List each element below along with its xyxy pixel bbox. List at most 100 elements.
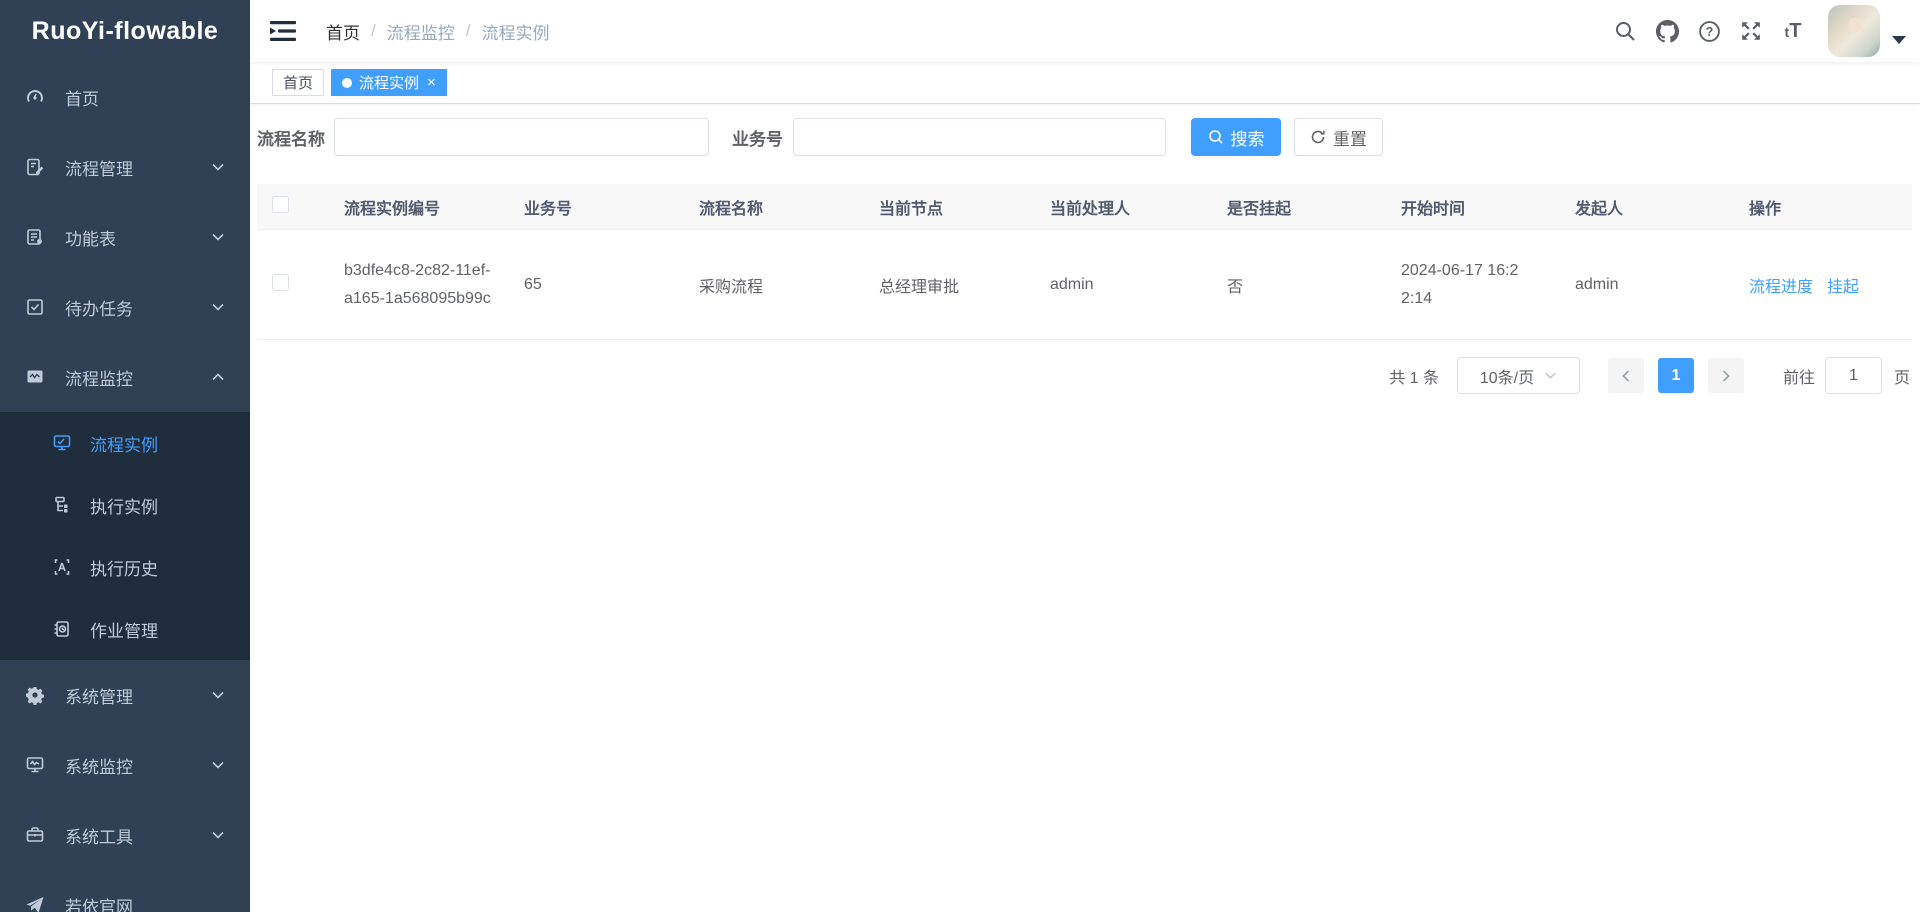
chevron-down-icon: [1544, 369, 1557, 382]
main-area: 首页 / 流程监控 / 流程实例 ? t: [250, 0, 1920, 912]
navbar-right-tools: ? tT: [1604, 5, 1906, 57]
breadcrumb-home[interactable]: 首页: [326, 19, 360, 44]
user-menu[interactable]: [1828, 5, 1906, 57]
column-header: 当前节点: [869, 195, 1040, 219]
tag-home[interactable]: 首页: [272, 69, 324, 96]
process-progress-link[interactable]: 流程进度: [1749, 273, 1813, 297]
process-instance-icon: [52, 433, 72, 453]
chevron-left-icon: [1619, 369, 1633, 383]
sidebar-item-label: 执行历史: [90, 555, 225, 580]
sidebar-item-todo-task[interactable]: 待办任务: [0, 272, 250, 342]
dashboard-icon: [25, 87, 45, 107]
sidebar-item-execution-history[interactable]: 执行历史: [0, 536, 250, 598]
sidebar-item-process-management[interactable]: 流程管理: [0, 132, 250, 202]
caret-down-icon: [1892, 36, 1906, 44]
sidebar-item-system-tools[interactable]: 系统工具: [0, 800, 250, 870]
sidebar-item-label: 流程管理: [65, 155, 211, 180]
chevron-down-icon: [211, 828, 225, 842]
breadcrumb-process-monitor[interactable]: 流程监控: [387, 19, 455, 44]
breadcrumb-separator: /: [371, 21, 376, 41]
breadcrumb: 首页 / 流程监控 / 流程实例: [326, 19, 549, 44]
sidebar-item-execution-instance[interactable]: 执行实例: [0, 474, 250, 536]
sidebar-item-label: 作业管理: [90, 617, 225, 642]
sidebar-toggle-icon[interactable]: [270, 18, 296, 44]
sidebar-item-label: 系统监控: [65, 753, 211, 778]
tags-view: 首页 流程实例 ×: [250, 62, 1920, 104]
process-instance-table: 流程实例编号 业务号 流程名称 当前节点 当前处理人 是否挂起 开始时间 发起人…: [257, 184, 1912, 340]
cell-business-no: 65: [514, 276, 689, 294]
column-header: 开始时间: [1391, 195, 1565, 219]
process-name-label: 流程名称: [257, 125, 325, 150]
app-logo: RuoYi-flowable: [0, 0, 250, 62]
suspend-link[interactable]: 挂起: [1827, 273, 1859, 297]
sidebar-item-process-instance[interactable]: 流程实例: [0, 412, 250, 474]
todo-task-icon: [25, 297, 45, 317]
app-root: RuoYi-flowable 首页 流程管理 功能表 待办任务: [0, 0, 1920, 912]
process-monitor-icon: [25, 367, 45, 387]
goto-label: 前往: [1783, 364, 1815, 388]
goto-page-input[interactable]: [1825, 357, 1882, 394]
sidebar-item-home[interactable]: 首页: [0, 62, 250, 132]
table-header-row: 流程实例编号 业务号 流程名称 当前节点 当前处理人 是否挂起 开始时间 发起人…: [257, 184, 1912, 230]
sidebar-item-process-monitor[interactable]: 流程监控: [0, 342, 250, 412]
tag-label: 流程实例: [359, 72, 419, 93]
page-size-value: 10条/页: [1480, 364, 1534, 388]
chevron-up-icon: [211, 370, 225, 384]
sidebar-item-system-management[interactable]: 系统管理: [0, 660, 250, 730]
page-number-1[interactable]: 1: [1658, 358, 1694, 393]
page-size-select[interactable]: 10条/页: [1457, 357, 1580, 394]
job-management-icon: [52, 619, 72, 639]
execution-history-icon: [52, 557, 72, 577]
cell-suspended: 否: [1217, 273, 1391, 297]
fullscreen-icon[interactable]: [1730, 10, 1772, 52]
paper-plane-icon: [25, 895, 45, 912]
sidebar-item-label: 若依官网: [65, 893, 225, 912]
sidebar-item-label: 待办任务: [65, 295, 211, 320]
sidebar-submenu-process-monitor: 流程实例 执行实例 执行历史 作业管理: [0, 412, 250, 660]
column-header: 操作: [1739, 195, 1912, 219]
column-header: 业务号: [514, 195, 689, 219]
sidebar-item-label: 系统管理: [65, 683, 211, 708]
column-header: 流程实例编号: [334, 195, 514, 219]
chevron-down-icon: [211, 160, 225, 174]
search-button[interactable]: 搜索: [1191, 118, 1281, 156]
business-no-input[interactable]: [793, 118, 1166, 156]
cell-current-node: 总经理审批: [869, 273, 1040, 297]
row-checkbox[interactable]: [272, 274, 289, 291]
sidebar-item-label: 流程监控: [65, 365, 211, 390]
sidebar-item-official-website[interactable]: 若依官网: [0, 870, 250, 912]
sidebar-item-function-list[interactable]: 功能表: [0, 202, 250, 272]
sidebar-item-job-management[interactable]: 作业管理: [0, 598, 250, 660]
sidebar: RuoYi-flowable 首页 流程管理 功能表 待办任务: [0, 0, 250, 912]
page-content: 流程名称 业务号 搜索 重置 流程实例编号 业务号: [250, 104, 1920, 912]
cell-process-name: 采购流程: [689, 273, 869, 297]
avatar[interactable]: [1828, 5, 1880, 57]
search-form: 流程名称 业务号 搜索 重置: [257, 118, 1910, 156]
column-header: 当前处理人: [1040, 195, 1217, 219]
function-list-icon: [25, 227, 45, 247]
sidebar-item-system-monitor[interactable]: 系统监控: [0, 730, 250, 800]
help-icon[interactable]: ?: [1688, 10, 1730, 52]
tag-process-instance[interactable]: 流程实例 ×: [331, 69, 447, 96]
close-icon[interactable]: ×: [427, 75, 436, 90]
next-page-button[interactable]: [1708, 358, 1744, 393]
table-row: b3dfe4c8-2c82-11ef-a165-1a568095b99c 65 …: [257, 230, 1912, 340]
font-size-icon[interactable]: tT: [1772, 10, 1814, 52]
pagination: 共 1 条 10条/页 1 前往 页: [257, 357, 1910, 394]
prev-page-button[interactable]: [1608, 358, 1644, 393]
chevron-right-icon: [1719, 369, 1733, 383]
reset-button[interactable]: 重置: [1294, 118, 1383, 156]
search-icon: [1208, 129, 1224, 145]
github-icon[interactable]: [1646, 10, 1688, 52]
chevron-down-icon: [211, 300, 225, 314]
cell-actions: 流程进度 挂起: [1739, 273, 1912, 297]
page-unit-label: 页: [1894, 364, 1910, 388]
search-icon[interactable]: [1604, 10, 1646, 52]
process-name-input[interactable]: [334, 118, 709, 156]
select-all-checkbox[interactable]: [272, 196, 289, 213]
svg-text:?: ?: [1705, 25, 1713, 39]
system-monitor-icon: [25, 755, 45, 775]
top-navbar: 首页 / 流程监控 / 流程实例 ? t: [250, 0, 1920, 62]
cell-start-time: 2024-06-17 16:22:14: [1391, 257, 1541, 311]
column-header: 是否挂起: [1217, 195, 1391, 219]
